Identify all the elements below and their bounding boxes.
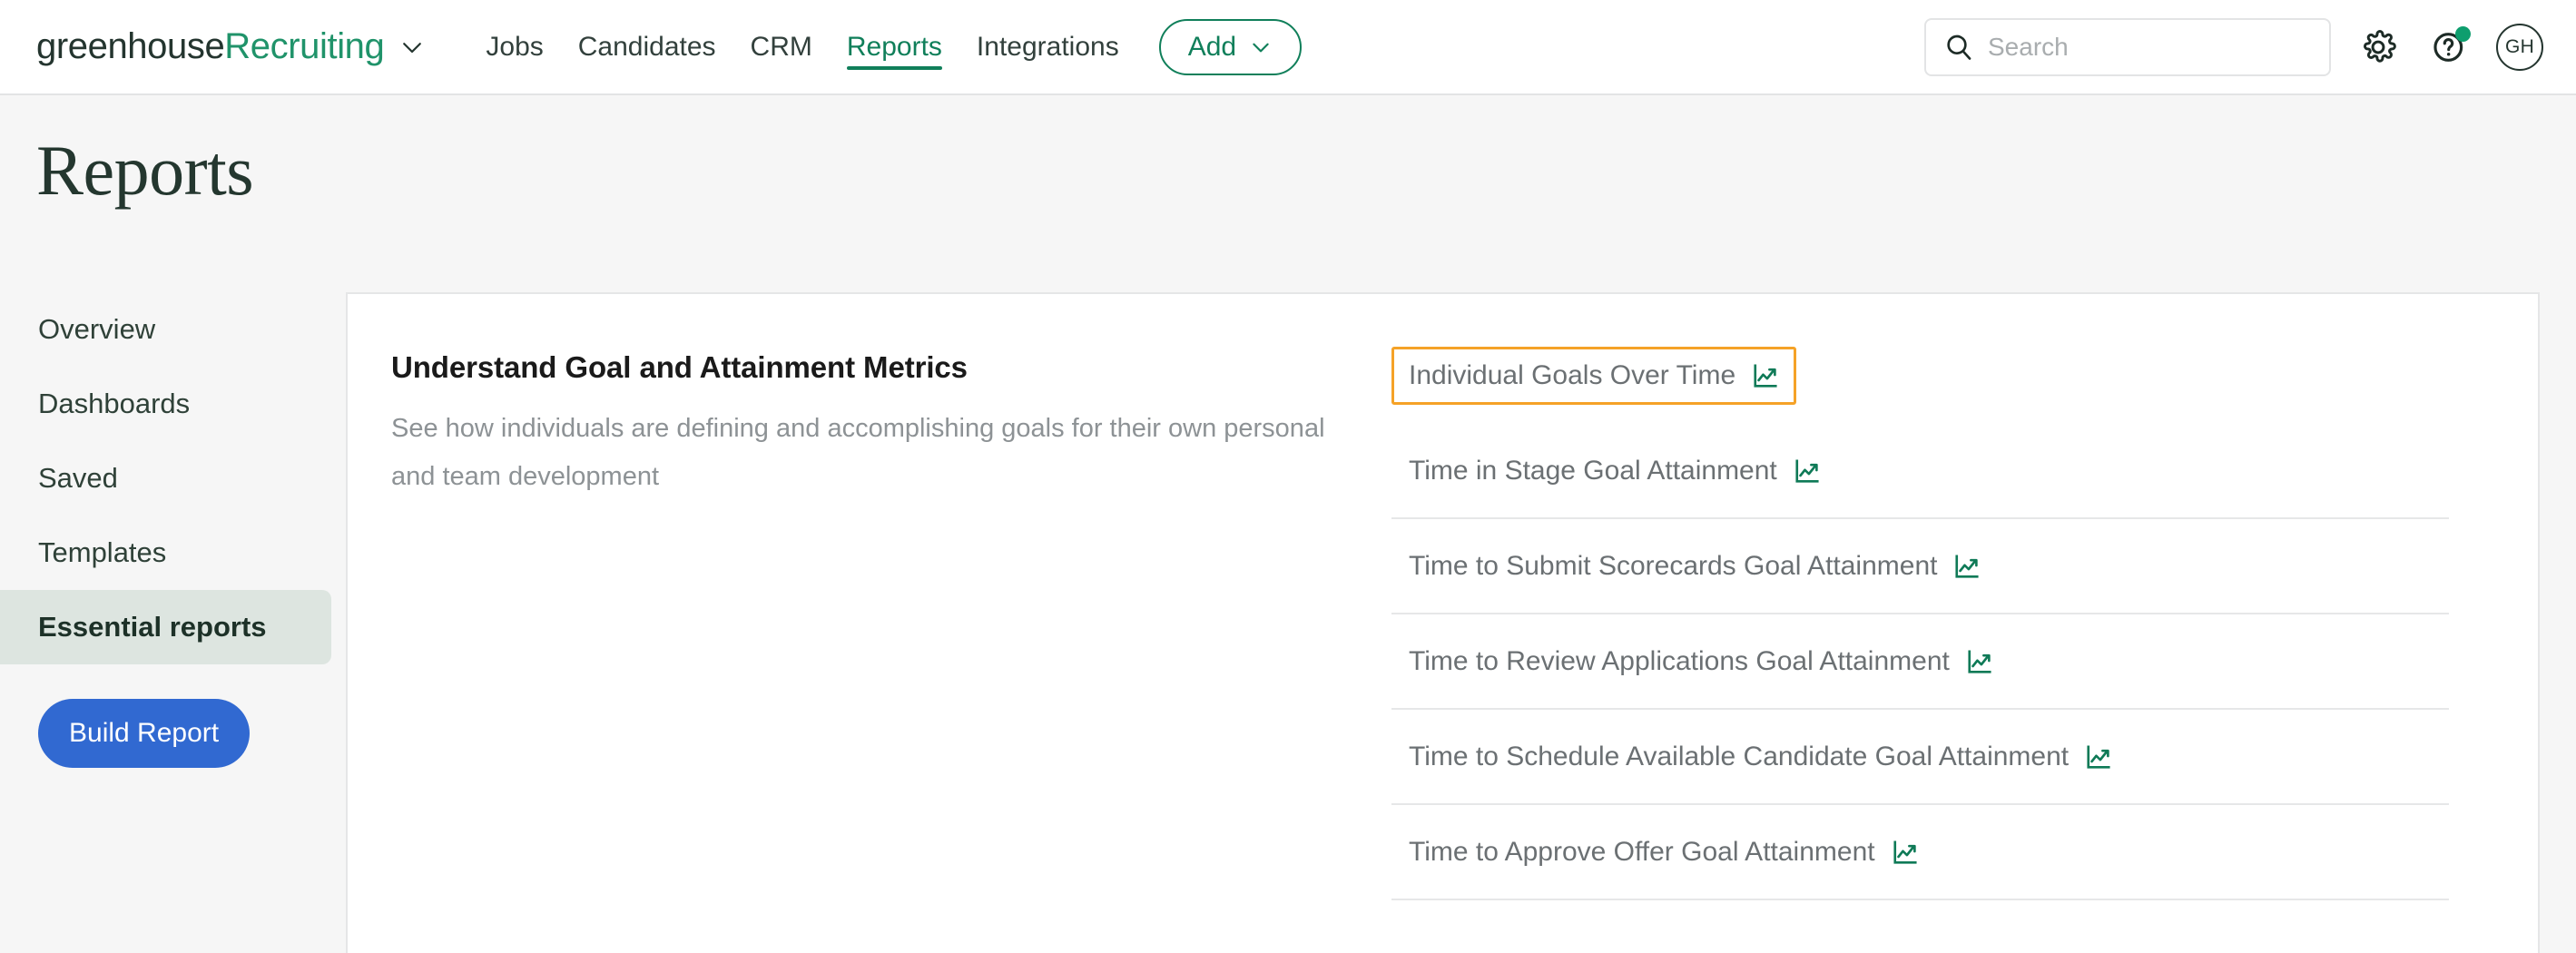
report-list: Individual Goals Over Time Time in Stage… <box>1391 294 2538 953</box>
nav-item-candidates[interactable]: Candidates <box>578 0 716 94</box>
section-description: See how individuals are defining and acc… <box>391 414 1325 491</box>
report-row[interactable]: Time in Stage Goal Attainment <box>1391 424 2449 519</box>
settings-button[interactable] <box>2355 24 2402 71</box>
card-description-column: Understand Goal and Attainment Metrics S… <box>348 294 1391 953</box>
notification-badge <box>2455 25 2471 42</box>
section-heading: Understand Goal and Attainment Metrics <box>391 350 968 384</box>
primary-nav: Jobs Candidates CRM Reports Integrations <box>486 0 1119 94</box>
build-report-button[interactable]: Build Report <box>38 699 251 768</box>
sidebar-item-templates[interactable]: Templates <box>0 516 331 590</box>
report-row[interactable]: Time to Approve Offer Goal Attainment <box>1391 805 2449 900</box>
add-button[interactable]: Add <box>1158 18 1303 75</box>
help-button[interactable] <box>2425 24 2473 71</box>
sidebar-item-essential-reports[interactable]: Essential reports <box>0 590 331 664</box>
brand-name-primary: greenhouse <box>36 26 225 66</box>
report-link-time-to-schedule-available-candidate-goal-attainment[interactable]: Time to Schedule Available Candidate Goa… <box>1391 728 2129 786</box>
nav-item-crm[interactable]: CRM <box>751 0 812 94</box>
report-label: Time to Schedule Available Candidate Goa… <box>1409 741 2070 771</box>
avatar[interactable]: GH <box>2496 23 2543 71</box>
sidebar-item-dashboards[interactable]: Dashboards <box>0 367 331 441</box>
sidebar-item-overview[interactable]: Overview <box>0 292 331 367</box>
report-row[interactable]: Individual Goals Over Time <box>1391 329 2449 424</box>
report-link-time-to-approve-offer-goal-attainment[interactable]: Time to Approve Offer Goal Attainment <box>1391 823 1936 881</box>
essential-reports-card: Understand Goal and Attainment Metrics S… <box>346 292 2540 953</box>
report-label: Time to Submit Scorecards Goal Attainmen… <box>1409 550 1938 581</box>
brand-wordmark: greenhouseRecruiting <box>36 26 385 67</box>
report-row[interactable]: Time to Schedule Available Candidate Goa… <box>1391 710 2449 805</box>
report-link-time-to-review-applications-goal-attainment[interactable]: Time to Review Applications Goal Attainm… <box>1391 633 2011 691</box>
report-link-time-to-submit-scorecards-goal-attainment[interactable]: Time to Submit Scorecards Goal Attainmen… <box>1391 537 1998 595</box>
report-label: Time to Approve Offer Goal Attainment <box>1409 836 1875 867</box>
line-chart-icon <box>1893 840 1917 864</box>
line-chart-icon <box>1955 554 1980 578</box>
gear-icon <box>2364 29 2396 63</box>
search-box[interactable] <box>1924 17 2331 76</box>
chevron-down-icon <box>403 42 422 53</box>
app-header: greenhouseRecruiting Jobs Candidates CRM… <box>0 0 2576 95</box>
nav-item-integrations[interactable]: Integrations <box>977 0 1119 94</box>
report-row[interactable]: Time to Review Applications Goal Attainm… <box>1391 614 2449 710</box>
report-link-individual-goals-over-time[interactable]: Individual Goals Over Time <box>1391 346 1797 405</box>
chevron-down-icon <box>1253 43 1269 52</box>
line-chart-icon <box>1795 458 1819 483</box>
nav-item-jobs[interactable]: Jobs <box>486 0 543 94</box>
sidebar: Overview Dashboards Saved Templates Esse… <box>0 292 345 953</box>
sidebar-item-saved[interactable]: Saved <box>0 441 331 516</box>
report-link-time-in-stage-goal-attainment[interactable]: Time in Stage Goal Attainment <box>1391 442 1838 500</box>
report-label: Individual Goals Over Time <box>1409 359 1736 390</box>
page-title: Reports <box>36 131 254 210</box>
brand-name-secondary: Recruiting <box>224 26 385 66</box>
line-chart-icon <box>1754 363 1777 388</box>
report-label: Time to Review Applications Goal Attainm… <box>1409 645 1950 676</box>
search-icon <box>1947 34 1971 60</box>
add-button-label: Add <box>1187 31 1237 62</box>
nav-item-reports[interactable]: Reports <box>846 0 942 94</box>
brand-logo[interactable]: greenhouseRecruiting <box>36 26 426 67</box>
report-row[interactable]: Time to Submit Scorecards Goal Attainmen… <box>1391 519 2449 614</box>
header-actions: GH <box>1924 17 2543 76</box>
search-input[interactable] <box>1988 32 2311 62</box>
line-chart-icon <box>2087 744 2110 769</box>
report-label: Time in Stage Goal Attainment <box>1409 455 1777 486</box>
line-chart-icon <box>1968 649 1991 673</box>
